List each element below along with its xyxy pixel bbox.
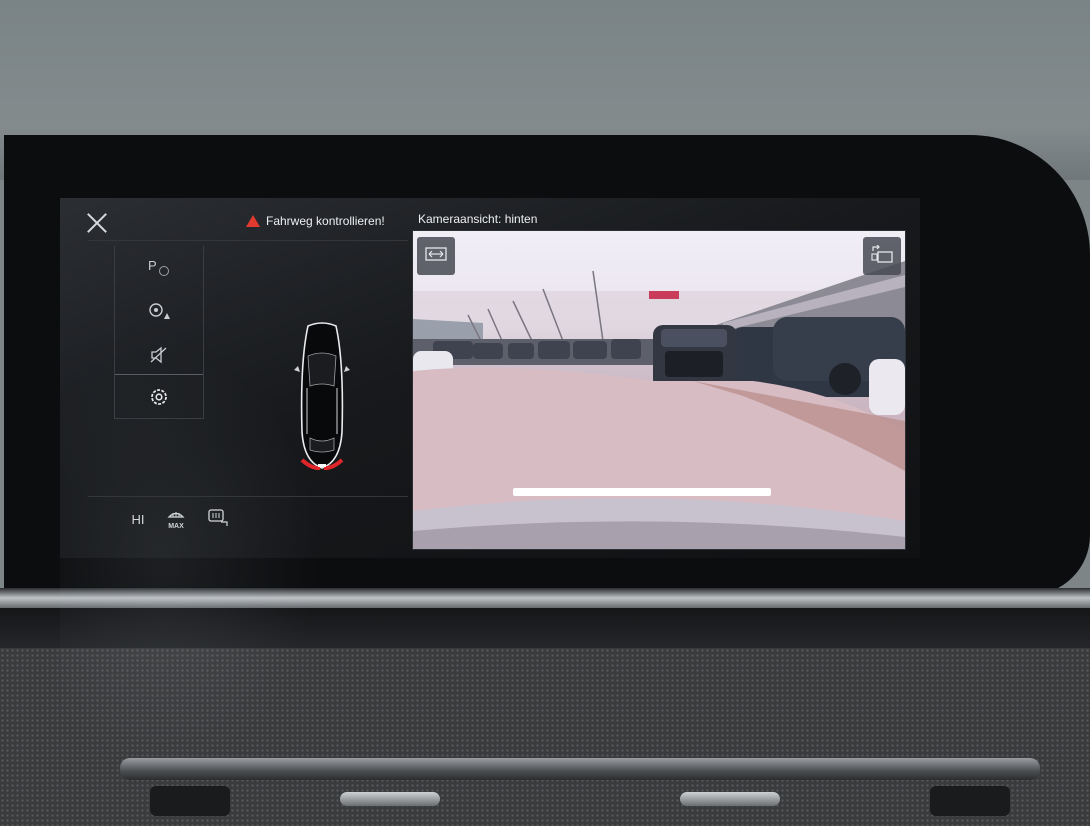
camera-view-label: Kameraansicht: hinten <box>418 212 538 226</box>
dashboard-trim-dark <box>0 608 1090 652</box>
hi-label: HI <box>131 511 145 527</box>
svg-text:P: P <box>148 258 157 273</box>
max-defrost-button[interactable]: MAX <box>164 508 188 532</box>
park-steering-assist-button[interactable] <box>115 290 203 334</box>
hi-fan-button[interactable]: HI <box>126 508 150 530</box>
mute-sound-button[interactable] <box>115 334 203 378</box>
park-steering-assist-icon <box>146 300 172 325</box>
warning-text: Fahrweg kontrollieren! <box>266 214 385 228</box>
air-vent-slot <box>930 786 1010 816</box>
camera-switch-icon <box>870 244 894 268</box>
warning-banner: Fahrweg kontrollieren! <box>246 212 385 230</box>
mute-icon <box>148 345 170 368</box>
air-vent-tab[interactable] <box>680 792 780 806</box>
camera-view-mode-button[interactable] <box>417 237 455 275</box>
rear-window-heating-icon <box>207 508 229 531</box>
side-menu: P <box>114 246 204 419</box>
air-vent-slot <box>150 786 230 816</box>
gear-icon <box>149 387 169 410</box>
close-button[interactable] <box>84 210 110 236</box>
parking-assist-icon: P <box>146 256 172 281</box>
warning-triangle-icon <box>246 215 260 227</box>
rear-camera-image <box>413 261 905 549</box>
infotainment-screen: Fahrweg kontrollieren! Kameraansicht: hi… <box>60 198 920 768</box>
air-vent-bar <box>120 758 1040 780</box>
max-defrost-icon: MAX <box>164 507 188 534</box>
vehicle-top-view <box>294 322 350 471</box>
settings-button[interactable] <box>115 376 203 420</box>
svg-text:MAX: MAX <box>168 523 184 530</box>
air-vent-tab[interactable] <box>340 792 440 806</box>
parking-assist-button[interactable]: P <box>115 246 203 290</box>
rear-camera-feed <box>412 230 906 550</box>
divider <box>88 240 408 241</box>
dashboard-trim <box>0 588 1090 610</box>
rear-defrost-button[interactable] <box>206 508 230 530</box>
switch-camera-button[interactable] <box>863 237 901 275</box>
divider <box>115 374 203 375</box>
wide-angle-view-icon <box>425 246 447 266</box>
divider <box>88 496 408 497</box>
